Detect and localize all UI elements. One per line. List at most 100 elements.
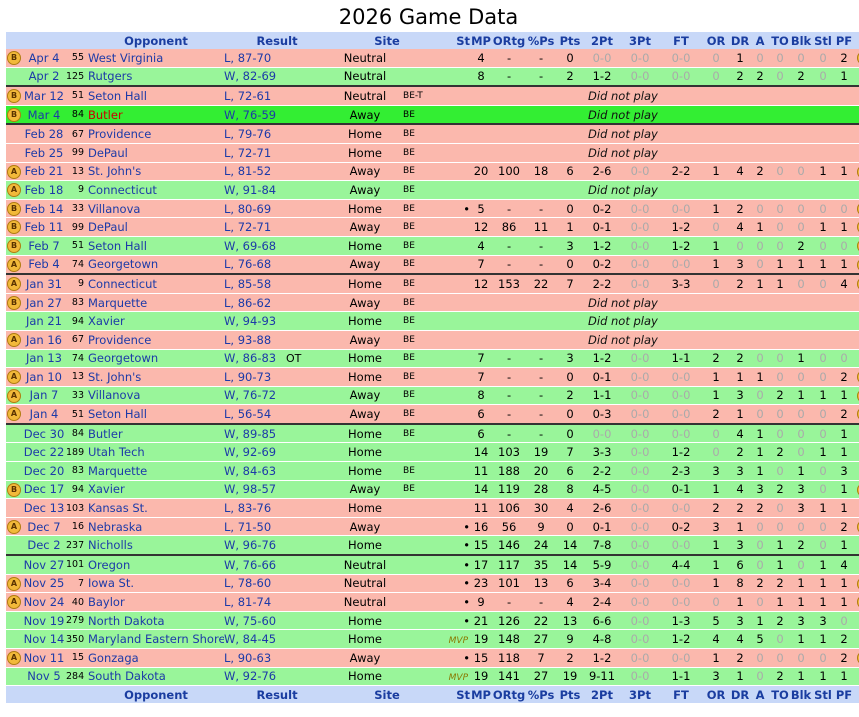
opponent-link[interactable]: Maryland Eastern Shore: [88, 629, 224, 649]
foot-ps[interactable]: %Ps: [526, 685, 557, 704]
opponent-link[interactable]: Butler: [88, 105, 224, 125]
game-result-link[interactable]: W, 84-45: [224, 629, 286, 649]
opponent-link[interactable]: Georgetown: [88, 255, 224, 275]
opponent-link[interactable]: West Virginia: [88, 49, 224, 68]
game-result-link[interactable]: L, 56-54: [224, 404, 286, 424]
col-pf[interactable]: PF: [834, 32, 855, 49]
game-result-link[interactable]: L, 78-60: [224, 574, 286, 593]
game-result-link[interactable]: L, 93-88: [224, 330, 286, 349]
foot-ft[interactable]: FT: [660, 685, 703, 704]
game-result-link[interactable]: L, 80-69: [224, 199, 286, 218]
opponent-link[interactable]: Connecticut: [88, 180, 224, 200]
col-a[interactable]: A: [750, 32, 771, 49]
opponent-link[interactable]: Utah Tech: [88, 442, 224, 462]
col-blk[interactable]: Blk: [790, 32, 813, 49]
foot-ortg[interactable]: ORtg: [492, 685, 527, 704]
opponent-link[interactable]: Marquette: [88, 293, 224, 312]
foot-pts[interactable]: Pts: [556, 685, 585, 704]
col-or[interactable]: OR: [702, 32, 731, 49]
col-to[interactable]: TO: [770, 32, 791, 49]
game-result-link[interactable]: W, 76-72: [224, 386, 286, 405]
game-result-link[interactable]: W, 86-83: [224, 349, 286, 368]
game-result-link[interactable]: L, 76-68: [224, 255, 286, 275]
col-ft[interactable]: FT: [660, 32, 703, 49]
opponent-link[interactable]: Xavier: [88, 311, 224, 331]
foot-mp[interactable]: MP: [470, 685, 493, 704]
foot-opponent[interactable]: Opponent: [88, 685, 224, 704]
col-ps[interactable]: %Ps: [526, 32, 557, 49]
game-result-link[interactable]: W, 92-69: [224, 442, 286, 462]
opponent-link[interactable]: Marquette: [88, 461, 224, 481]
foot-or[interactable]: OR: [702, 685, 731, 704]
foot-site[interactable]: Site: [330, 685, 445, 704]
game-result-link[interactable]: L, 81-74: [224, 592, 286, 612]
foot-2pt[interactable]: 2Pt: [584, 685, 621, 704]
foot-dr[interactable]: DR: [730, 685, 751, 704]
opponent-link[interactable]: North Dakota: [88, 611, 224, 630]
game-result-link[interactable]: L, 83-76: [224, 498, 286, 518]
col-pts[interactable]: Pts: [556, 32, 585, 49]
foot-pf[interactable]: PF: [834, 685, 855, 704]
opponent-link[interactable]: DePaul: [88, 143, 224, 163]
opponent-link[interactable]: DePaul: [88, 217, 224, 237]
opponent-link[interactable]: South Dakota: [88, 667, 224, 686]
game-result-link[interactable]: W, 98-57: [224, 480, 286, 499]
col-opponent[interactable]: Opponent: [88, 32, 224, 49]
opponent-link[interactable]: Xavier: [88, 480, 224, 499]
col-st[interactable]: St: [444, 32, 471, 49]
col-ortg[interactable]: ORtg: [492, 32, 527, 49]
game-result-link[interactable]: W, 82-69: [224, 67, 286, 87]
game-result-link[interactable]: L, 71-50: [224, 517, 286, 536]
game-result-link[interactable]: W, 76-66: [224, 554, 286, 575]
game-result-link[interactable]: L, 72-71: [224, 143, 286, 163]
game-result-link[interactable]: W, 96-76: [224, 535, 286, 556]
col-mp[interactable]: MP: [470, 32, 493, 49]
foot-blk[interactable]: Blk: [790, 685, 813, 704]
foot-st[interactable]: St: [444, 685, 471, 704]
game-result-link[interactable]: L, 86-62: [224, 293, 286, 312]
opponent-link[interactable]: Georgetown: [88, 349, 224, 368]
game-result-link[interactable]: W, 84-63: [224, 461, 286, 481]
opponent-link[interactable]: Providence: [88, 123, 224, 144]
opponent-link[interactable]: Connecticut: [88, 273, 224, 294]
col-stl[interactable]: Stl: [812, 32, 835, 49]
game-result-link[interactable]: L, 90-73: [224, 367, 286, 387]
col-3pt[interactable]: 3Pt: [620, 32, 661, 49]
opponent-link[interactable]: Villanova: [88, 386, 224, 405]
col-dr[interactable]: DR: [730, 32, 751, 49]
game-result-link[interactable]: W, 69-68: [224, 236, 286, 256]
opponent-link[interactable]: Kansas St.: [88, 498, 224, 518]
foot-to[interactable]: TO: [770, 685, 791, 704]
opponent-link[interactable]: Nebraska: [88, 517, 224, 536]
opponent-link[interactable]: Villanova: [88, 199, 224, 218]
foot-3pt[interactable]: 3Pt: [620, 685, 661, 704]
opponent-link[interactable]: Butler: [88, 422, 224, 443]
opponent-link[interactable]: Oregon: [88, 554, 224, 575]
foot-result[interactable]: Result: [224, 685, 331, 704]
game-result-link[interactable]: W, 92-76: [224, 667, 286, 686]
game-result-link[interactable]: W, 94-93: [224, 311, 286, 331]
foot-stl[interactable]: Stl: [812, 685, 835, 704]
opponent-link[interactable]: Gonzaga: [88, 648, 224, 668]
game-result-link[interactable]: W, 75-60: [224, 611, 286, 630]
opponent-link[interactable]: Iowa St.: [88, 574, 224, 593]
opponent-link[interactable]: St. John's: [88, 367, 224, 387]
foot-a[interactable]: A: [750, 685, 771, 704]
game-result-link[interactable]: L, 81-52: [224, 162, 286, 181]
game-result-link[interactable]: L, 72-61: [224, 85, 286, 106]
opponent-link[interactable]: Seton Hall: [88, 236, 224, 256]
opponent-link[interactable]: Seton Hall: [88, 404, 224, 424]
opponent-link[interactable]: Baylor: [88, 592, 224, 612]
game-result-link[interactable]: L, 79-76: [224, 123, 286, 144]
opponent-link[interactable]: Nicholls: [88, 535, 224, 556]
game-result-link[interactable]: L, 72-71: [224, 217, 286, 237]
game-result-link[interactable]: W, 89-85: [224, 422, 286, 443]
col-2pt[interactable]: 2Pt: [584, 32, 621, 49]
game-result-link[interactable]: L, 87-70: [224, 49, 286, 68]
game-result-link[interactable]: L, 85-58: [224, 273, 286, 294]
game-result-link[interactable]: W, 91-84: [224, 180, 286, 200]
col-result[interactable]: Result: [224, 32, 331, 49]
opponent-link[interactable]: Providence: [88, 330, 224, 349]
game-result-link[interactable]: L, 90-63: [224, 648, 286, 668]
col-site[interactable]: Site: [330, 32, 445, 49]
